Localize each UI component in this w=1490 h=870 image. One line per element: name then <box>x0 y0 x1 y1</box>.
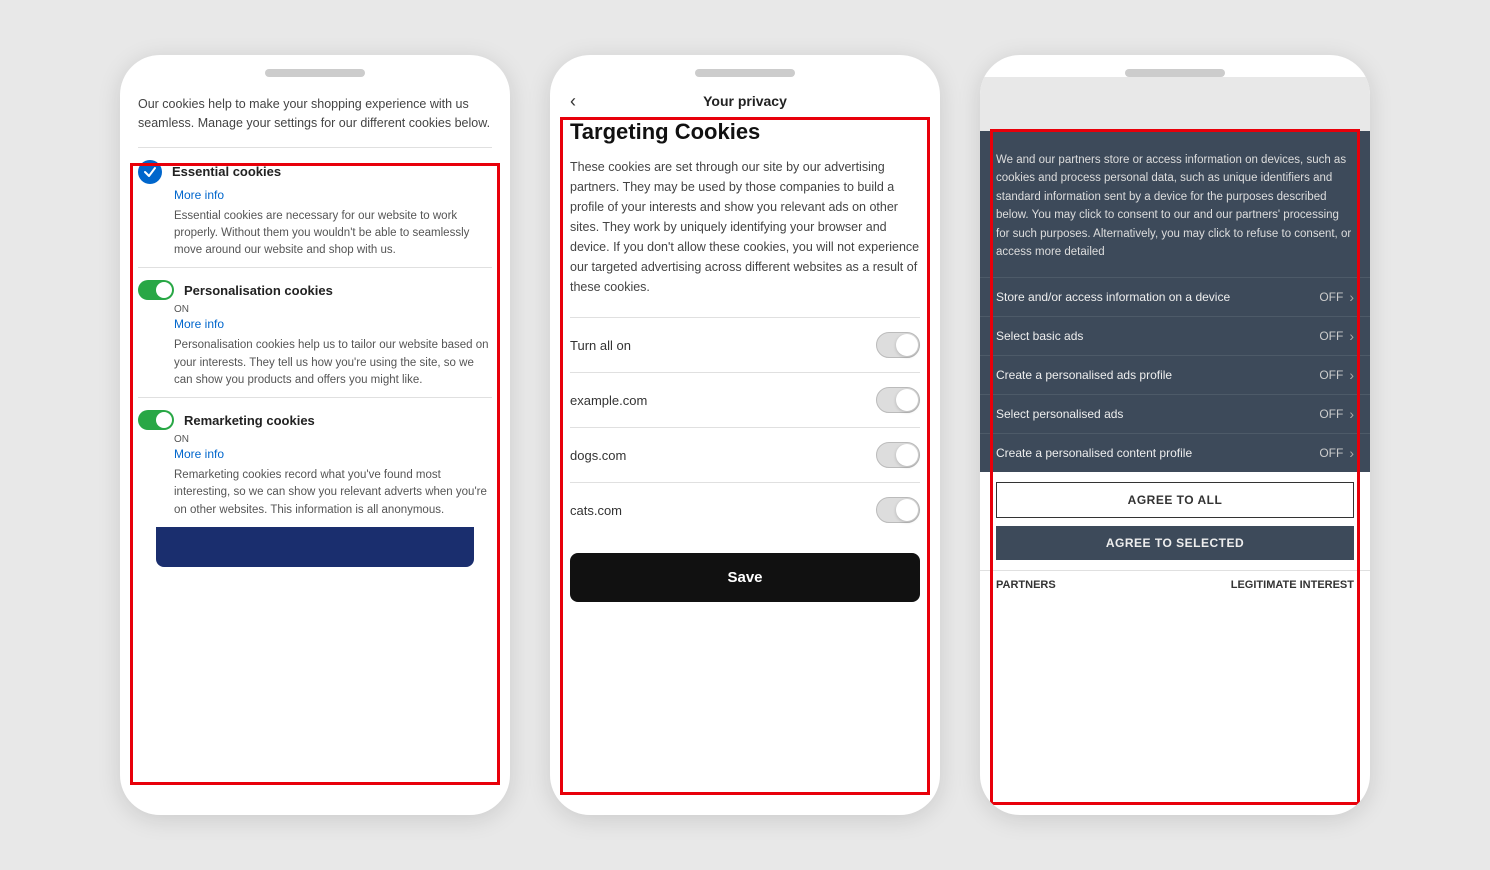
toggle-row-example: example.com <box>570 372 920 427</box>
phone3-row-store[interactable]: Store and/or access information on a dev… <box>980 277 1370 316</box>
store-access-chevron: › <box>1349 289 1354 305</box>
example-com-toggle[interactable] <box>876 387 920 413</box>
phone-screen-2: ‹ Your privacy Targeting Cookies These c… <box>550 77 940 815</box>
phone-screen-1: Our cookies help to make your shopping e… <box>120 77 510 815</box>
phone1-content: Our cookies help to make your shopping e… <box>120 77 510 815</box>
cats-com-toggle[interactable] <box>876 497 920 523</box>
content-profile-value: OFF <box>1319 446 1343 460</box>
turn-all-on-toggle[interactable] <box>876 332 920 358</box>
store-access-right: OFF › <box>1319 289 1354 305</box>
dogs-com-label: dogs.com <box>570 448 626 463</box>
basic-ads-right: OFF › <box>1319 328 1354 344</box>
content-profile-label: Create a personalised content profile <box>996 446 1319 460</box>
phone1-intro: Our cookies help to make your shopping e… <box>138 95 492 133</box>
personalisation-cookies-header: Personalisation cookies <box>138 280 492 300</box>
essential-cookies-desc: Essential cookies are necessary for our … <box>174 208 492 260</box>
phone3-content: We and our partners store or access info… <box>980 77 1370 815</box>
store-access-value: OFF <box>1319 290 1343 304</box>
dogs-com-knob <box>896 444 918 466</box>
agree-all-button[interactable]: AGREE TO ALL <box>996 482 1354 518</box>
personalised-profile-chevron: › <box>1349 367 1354 383</box>
phone2-title: Your privacy <box>703 93 787 109</box>
phone-notch-1 <box>265 69 365 77</box>
phone-3: We and our partners store or access info… <box>980 55 1370 815</box>
remarketing-cookies-desc: Remarketing cookies record what you've f… <box>174 467 492 519</box>
footer-legitimate-interest-label[interactable]: LEGITIMATE INTEREST <box>1231 579 1354 591</box>
personalised-profile-value: OFF <box>1319 368 1343 382</box>
cats-com-knob <box>896 499 918 521</box>
phone3-row-personalised-ads[interactable]: Select personalised ads OFF › <box>980 394 1370 433</box>
phone1-bottom-bar <box>156 527 474 567</box>
remarketing-cookies-title: Remarketing cookies <box>184 413 315 428</box>
personalised-ads-label: Select personalised ads <box>996 407 1319 421</box>
toggle-row-dogs: dogs.com <box>570 427 920 482</box>
remarketing-toggle[interactable] <box>138 410 174 430</box>
example-com-label: example.com <box>570 393 647 408</box>
remarketing-label: ON <box>174 434 492 445</box>
remarketing-cookies-header: Remarketing cookies <box>138 410 492 430</box>
personalised-ads-right: OFF › <box>1319 406 1354 422</box>
personalised-ads-chevron: › <box>1349 406 1354 422</box>
phone-1: Our cookies help to make your shopping e… <box>120 55 510 815</box>
phone3-row-basic-ads[interactable]: Select basic ads OFF › <box>980 316 1370 355</box>
personalisation-cookies-desc: Personalisation cookies help us to tailo… <box>174 337 492 389</box>
phone3-row-content-profile[interactable]: Create a personalised content profile OF… <box>980 433 1370 472</box>
turn-all-on-knob <box>896 334 918 356</box>
phone2-header: ‹ Your privacy <box>570 77 920 119</box>
toggle-row-cats: cats.com <box>570 482 920 537</box>
cats-com-label: cats.com <box>570 503 622 518</box>
basic-ads-label: Select basic ads <box>996 329 1319 343</box>
save-button[interactable]: Save <box>570 553 920 602</box>
agree-selected-button[interactable]: AGREE TO SELECTED <box>996 526 1354 560</box>
phone-2: ‹ Your privacy Targeting Cookies These c… <box>550 55 940 815</box>
personalised-profile-label: Create a personalised ads profile <box>996 368 1319 382</box>
remarketing-more-info[interactable]: More info <box>174 447 492 461</box>
footer-partners-label[interactable]: PARTNERS <box>996 579 1056 591</box>
basic-ads-chevron: › <box>1349 328 1354 344</box>
remarketing-toggle-knob <box>156 412 172 428</box>
personalisation-cookies-section: Personalisation cookies ON More info Per… <box>138 267 492 397</box>
essential-check-icon <box>138 160 162 184</box>
dogs-com-toggle[interactable] <box>876 442 920 468</box>
essential-more-info[interactable]: More info <box>174 188 492 202</box>
personalisation-toggle[interactable] <box>138 280 174 300</box>
phone2-content: ‹ Your privacy Targeting Cookies These c… <box>550 77 940 815</box>
personalisation-more-info[interactable]: More info <box>174 317 492 331</box>
phone3-footer: PARTNERS LEGITIMATE INTEREST <box>980 570 1370 599</box>
phone-screen-3: We and our partners store or access info… <box>980 77 1370 815</box>
example-com-knob <box>896 389 918 411</box>
content-profile-chevron: › <box>1349 445 1354 461</box>
phone3-intro-text: We and our partners store or access info… <box>996 151 1354 261</box>
content-profile-right: OFF › <box>1319 445 1354 461</box>
phone3-gray-section: We and our partners store or access info… <box>980 131 1370 277</box>
basic-ads-value: OFF <box>1319 329 1343 343</box>
phone3-row-personalised-profile[interactable]: Create a personalised ads profile OFF › <box>980 355 1370 394</box>
phone2-desc: These cookies are set through our site b… <box>570 157 920 297</box>
phone3-top-space <box>980 77 1370 131</box>
personalisation-toggle-knob <box>156 282 172 298</box>
phone2-cookie-title: Targeting Cookies <box>570 119 920 145</box>
back-button[interactable]: ‹ <box>570 91 576 112</box>
remarketing-cookies-section: Remarketing cookies ON More info Remarke… <box>138 397 492 527</box>
turn-all-on-label: Turn all on <box>570 338 631 353</box>
essential-cookies-header: Essential cookies <box>138 160 492 184</box>
personalised-profile-right: OFF › <box>1319 367 1354 383</box>
phone-notch-2 <box>695 69 795 77</box>
store-access-label: Store and/or access information on a dev… <box>996 290 1319 304</box>
personalisation-cookies-title: Personalisation cookies <box>184 283 333 298</box>
phone-notch-3 <box>1125 69 1225 77</box>
toggle-row-all: Turn all on <box>570 317 920 372</box>
essential-cookies-title: Essential cookies <box>172 164 281 179</box>
personalised-ads-value: OFF <box>1319 407 1343 421</box>
essential-cookies-section: Essential cookies More info Essential co… <box>138 147 492 268</box>
personalisation-label: ON <box>174 304 492 315</box>
phone3-btn-area: AGREE TO ALL AGREE TO SELECTED <box>980 472 1370 570</box>
